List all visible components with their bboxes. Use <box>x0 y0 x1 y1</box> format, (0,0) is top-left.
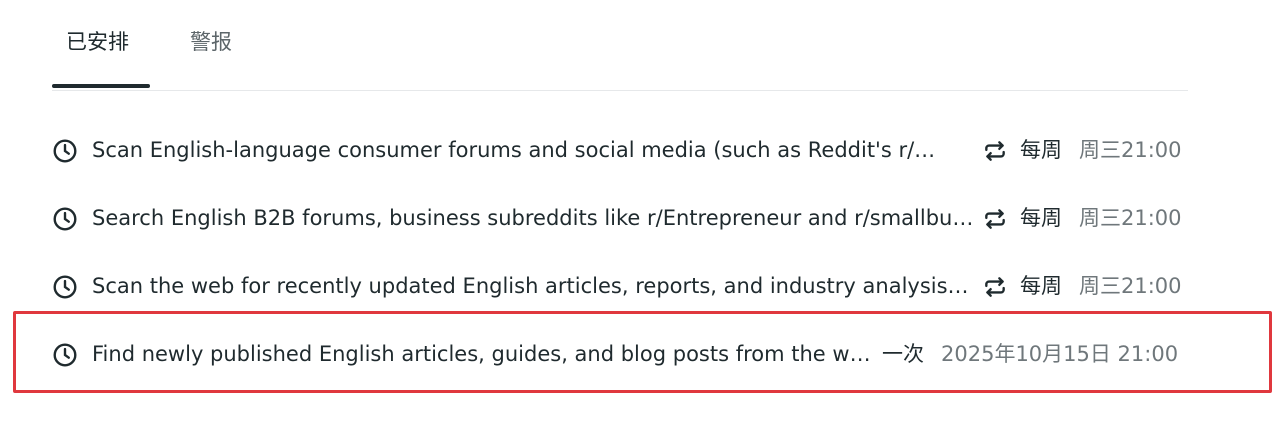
task-description: Scan English-language consumer forums an… <box>92 138 936 162</box>
task-schedule: 周三21:00 <box>1079 138 1182 162</box>
tab-scheduled[interactable]: 已安排 <box>66 28 129 56</box>
repeat-icon <box>985 141 1005 161</box>
task-row[interactable]: Scan the web for recently updated Englis… <box>52 252 1188 320</box>
task-description: Scan the web for recently updated Englis… <box>92 274 969 298</box>
task-frequency: 每周 <box>1020 138 1062 162</box>
task-description: Search English B2B forums, business subr… <box>92 206 976 230</box>
tab-alerts[interactable]: 警报 <box>190 28 232 56</box>
repeat-icon <box>985 209 1005 229</box>
task-row[interactable]: Find newly published English articles, g… <box>52 320 1188 388</box>
task-frequency: 一次 <box>882 342 924 366</box>
active-tab-indicator <box>52 84 150 88</box>
clock-icon <box>53 343 77 367</box>
repeat-icon <box>985 277 1005 297</box>
clock-icon <box>53 275 77 299</box>
scheduled-task-list: Scan English-language consumer forums an… <box>52 116 1188 388</box>
task-schedule: 周三21:00 <box>1079 206 1182 230</box>
task-description: Find newly published English articles, g… <box>92 342 882 366</box>
clock-icon <box>53 207 77 231</box>
task-schedule: 周三21:00 <box>1079 274 1182 298</box>
clock-icon <box>53 139 77 163</box>
task-row[interactable]: Search English B2B forums, business subr… <box>52 184 1188 252</box>
task-schedule: 2025年10月15日 21:00 <box>941 342 1179 366</box>
task-row[interactable]: Scan English-language consumer forums an… <box>52 116 1188 184</box>
task-frequency: 每周 <box>1020 274 1062 298</box>
tab-bar: 已安排 警报 <box>52 0 1188 91</box>
task-frequency: 每周 <box>1020 206 1062 230</box>
